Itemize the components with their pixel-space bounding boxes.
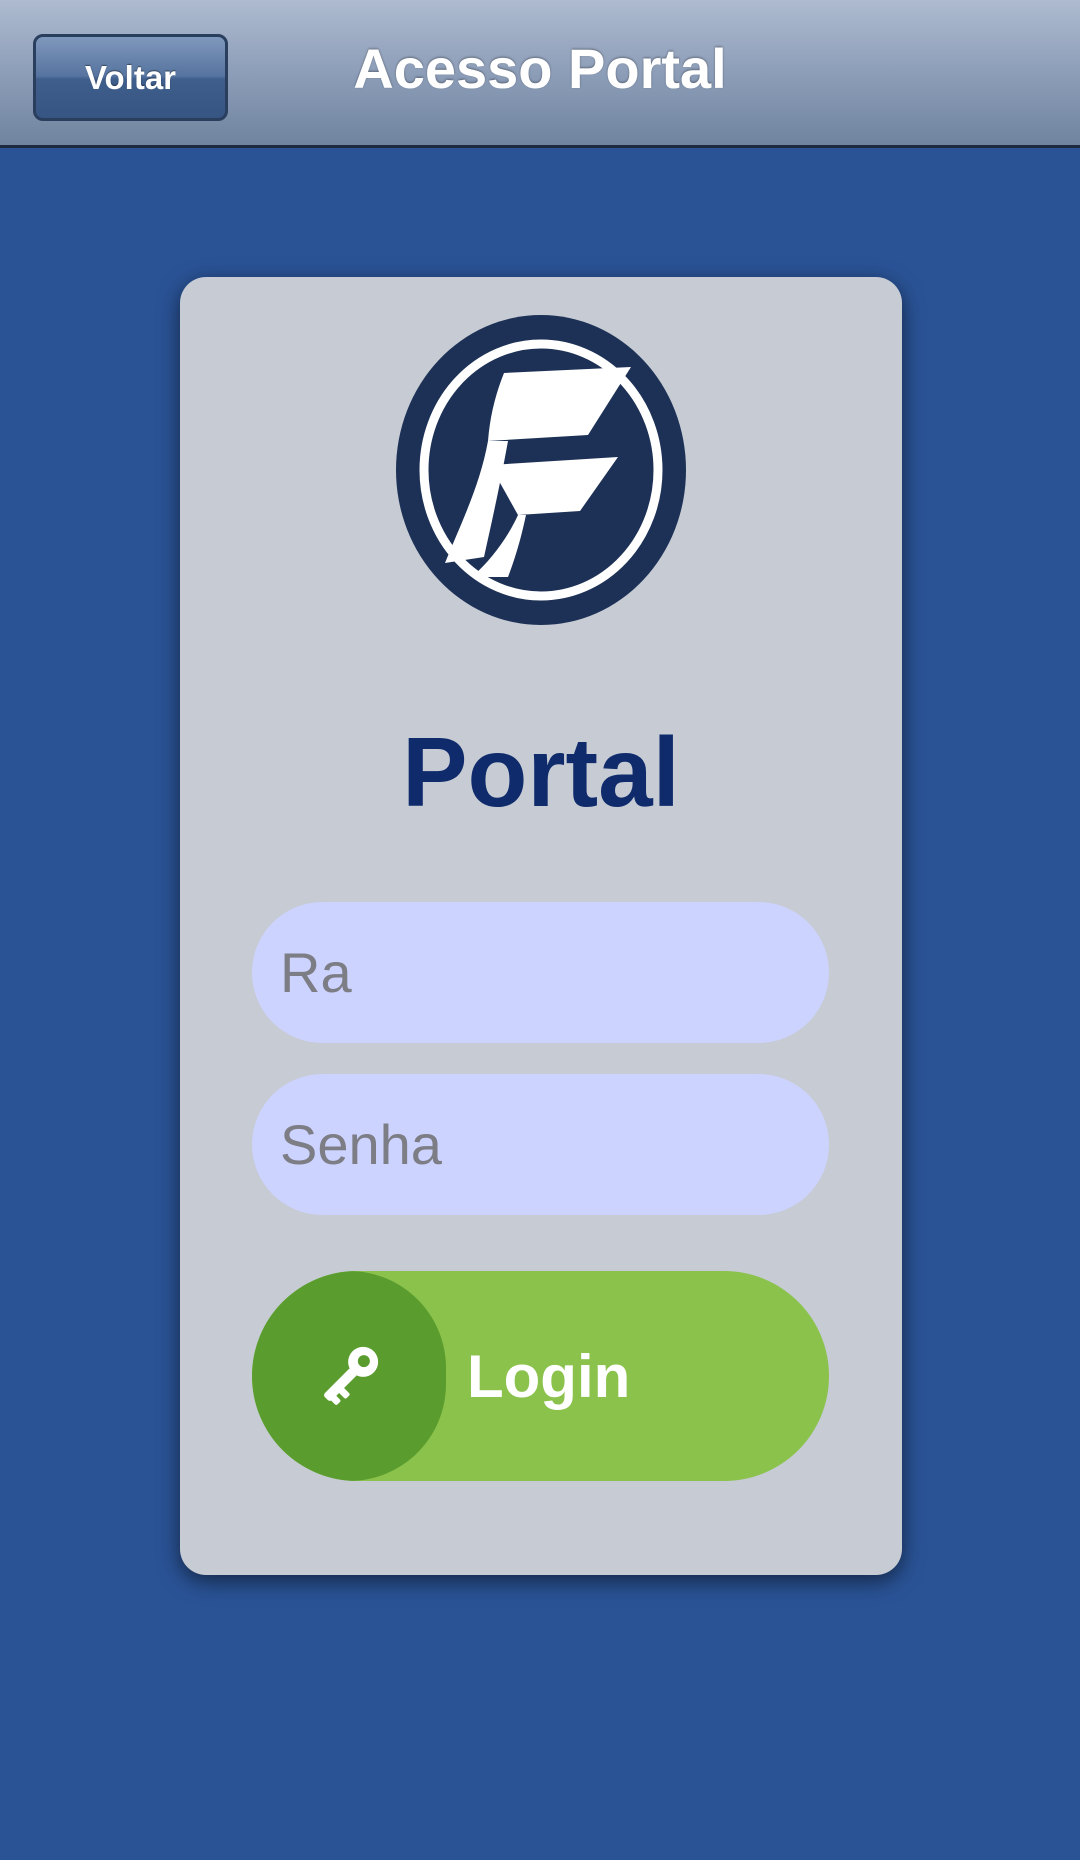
top-bar: Voltar Acesso Portal [0,0,1080,148]
ra-input[interactable] [252,902,829,1043]
back-button[interactable]: Voltar [33,34,228,121]
key-icon [324,1346,379,1405]
password-input[interactable] [252,1074,829,1215]
login-button[interactable]: Login [252,1271,829,1481]
portal-title: Portal [402,717,680,827]
portal-f-logo-icon [396,315,686,625]
page-title: Acesso Portal [353,36,727,100]
login-icon-container [252,1271,446,1481]
login-card: Portal Login [180,277,902,1575]
login-label: Login [467,1342,631,1410]
